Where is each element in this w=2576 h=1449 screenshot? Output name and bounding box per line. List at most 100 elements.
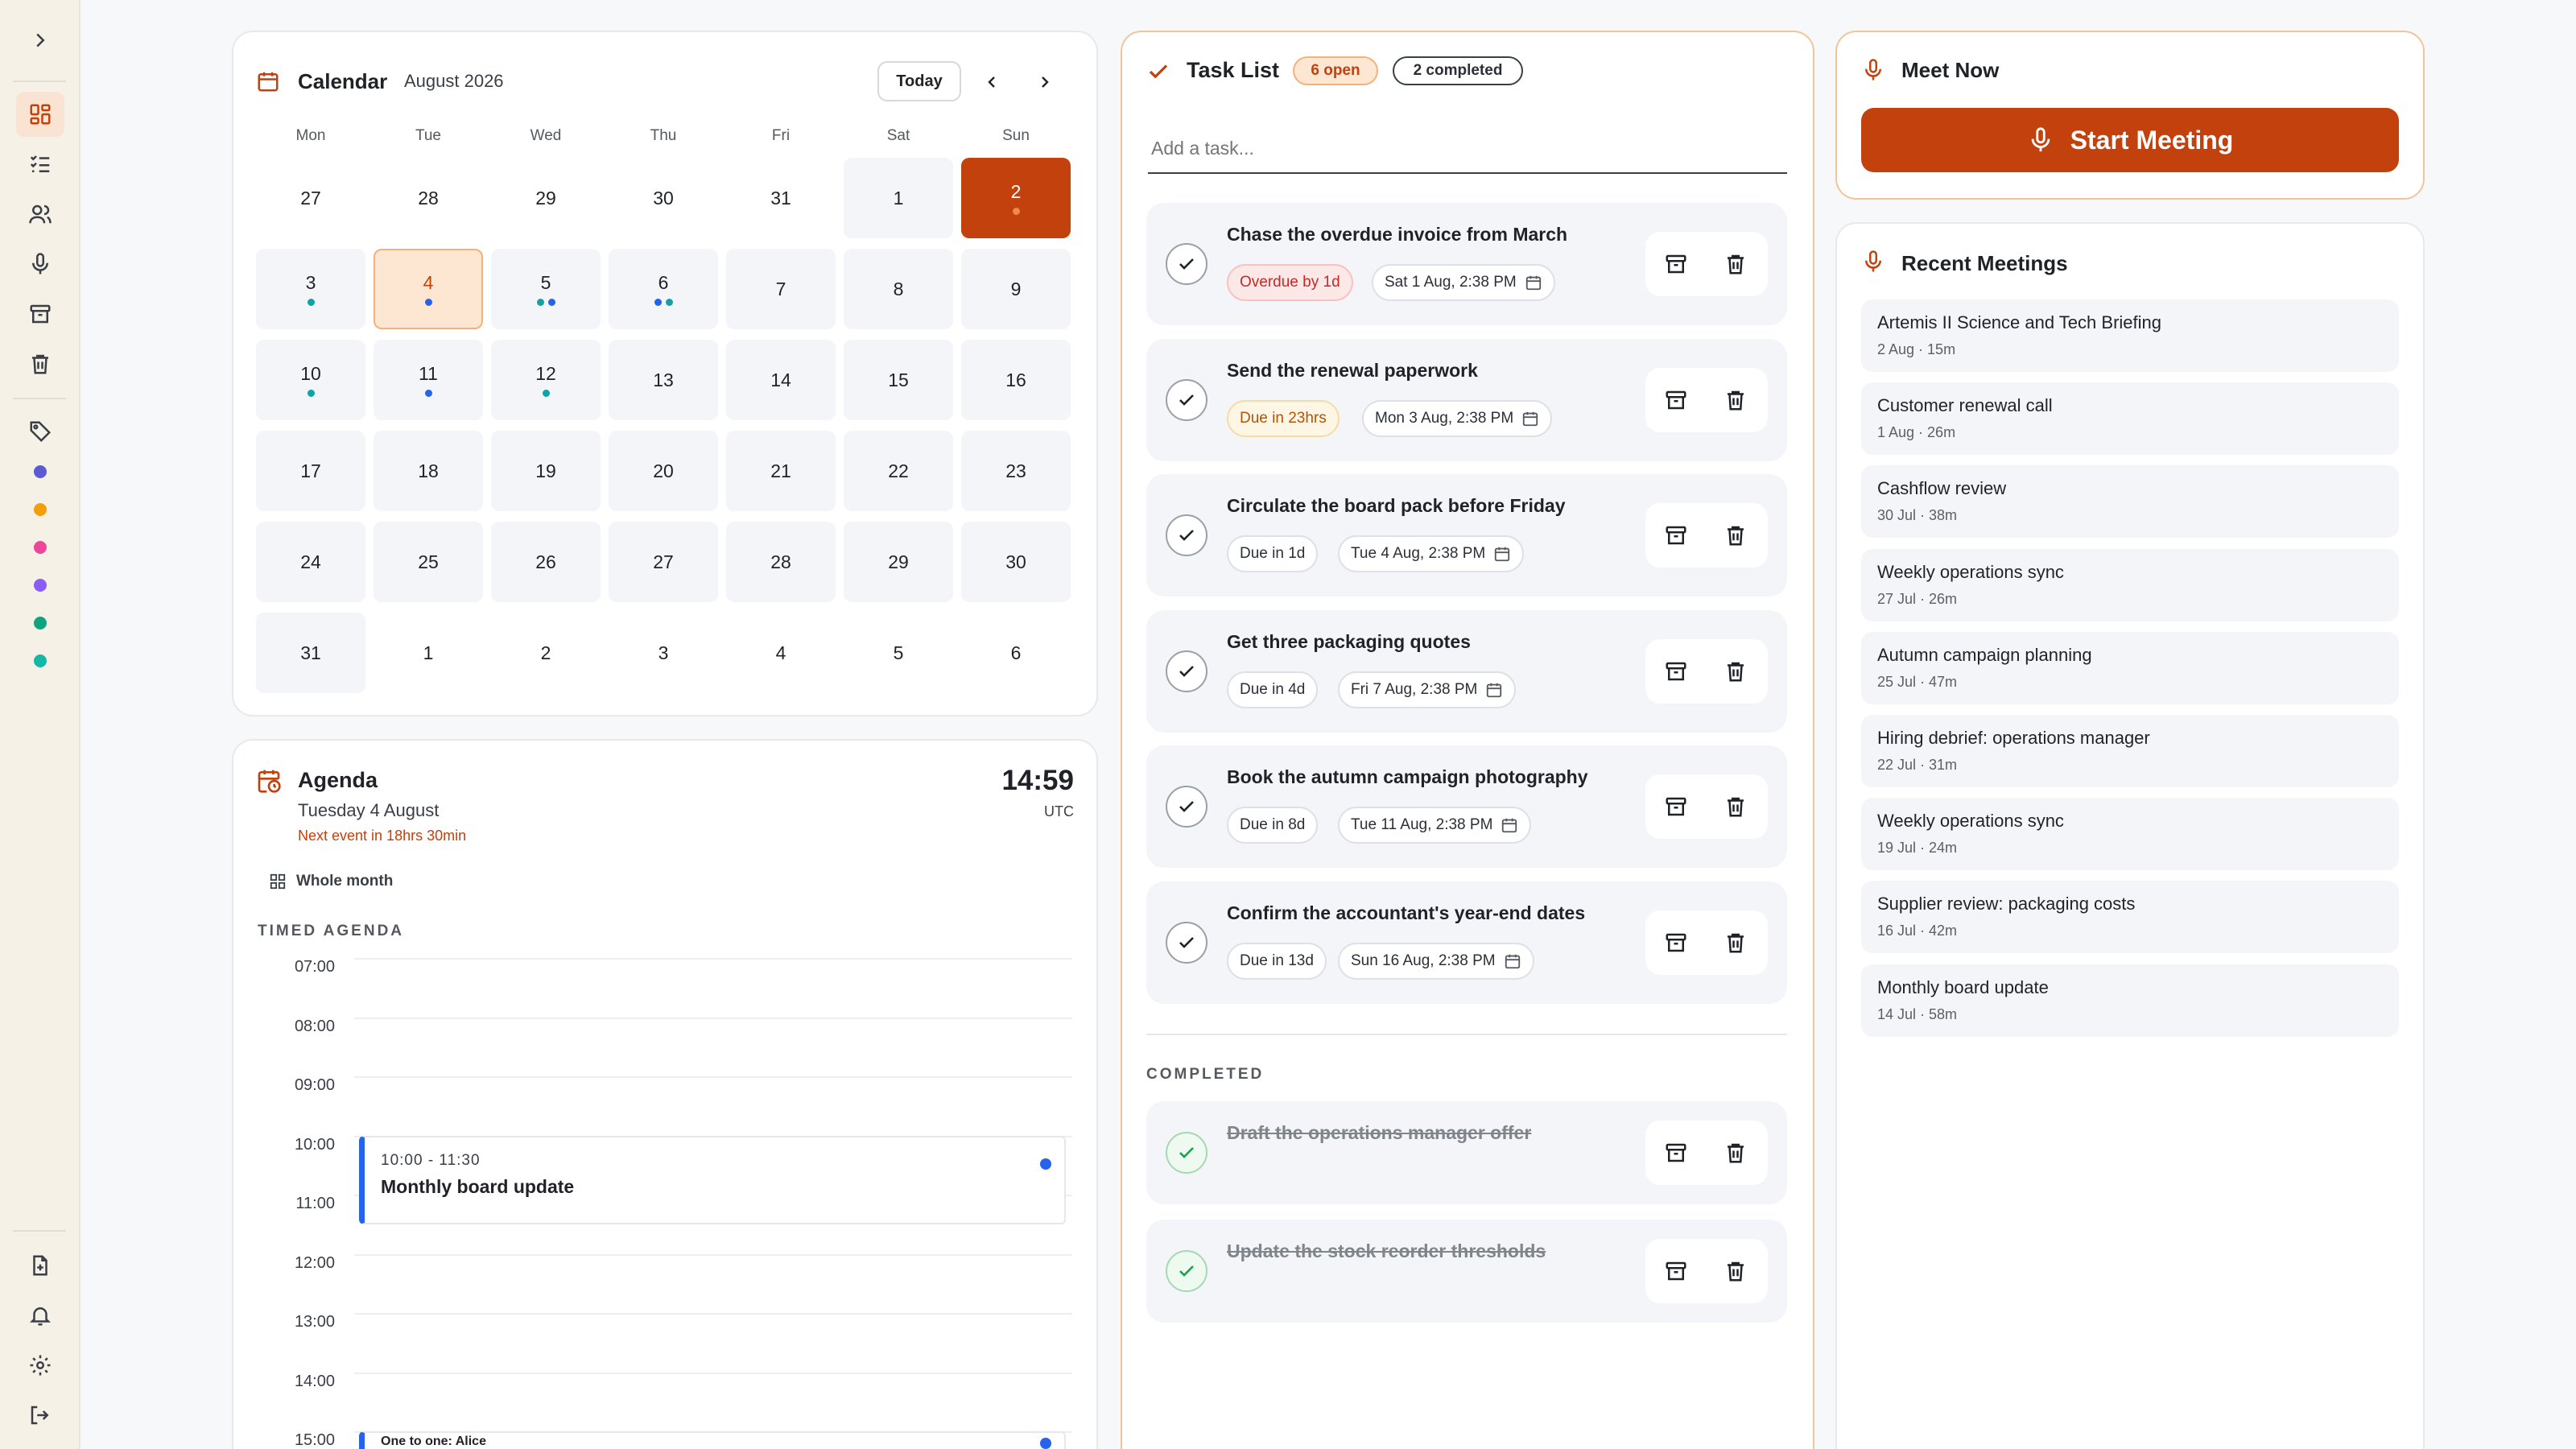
calendar-day[interactable]: 26 [491, 522, 601, 602]
archive-task-button[interactable] [1660, 1137, 1692, 1169]
task-due-chip[interactable]: Mon 3 Aug, 2:38 PM [1362, 399, 1553, 437]
tag-color-dot[interactable] [34, 617, 47, 630]
nav-trash[interactable] [16, 341, 64, 386]
calendar-day[interactable]: 29 [491, 158, 601, 238]
calendar-day[interactable]: 3 [609, 613, 718, 693]
calendar-day[interactable]: 27 [256, 158, 365, 238]
nav-logout[interactable] [16, 1393, 64, 1438]
calendar-day[interactable]: 3 [256, 249, 365, 329]
recent-meeting-item[interactable]: Artemis II Science and Tech Briefing 2 Au… [1861, 299, 2399, 372]
uncomplete-task-checkbox[interactable] [1166, 1250, 1208, 1292]
task-item[interactable]: Confirm the accountant's year-end dates D… [1146, 881, 1787, 1004]
calendar-day[interactable]: 18 [374, 431, 483, 511]
nav-dashboard[interactable] [16, 92, 64, 137]
archive-task-button[interactable] [1660, 519, 1692, 551]
task-due-chip[interactable]: Sun 16 Aug, 2:38 PM [1338, 942, 1534, 980]
calendar-day[interactable]: 4 [374, 249, 483, 329]
calendar-day[interactable]: 27 [609, 522, 718, 602]
calendar-day[interactable]: 15 [844, 340, 953, 420]
archive-task-button[interactable] [1660, 384, 1692, 416]
calendar-day[interactable]: 24 [256, 522, 365, 602]
calendar-day[interactable]: 14 [726, 340, 836, 420]
agenda-event[interactable]: 10:00 - 11:30 Monthly board update [359, 1135, 1066, 1224]
archive-task-button[interactable] [1660, 1255, 1692, 1287]
task-item[interactable]: Book the autumn campaign photography Due … [1146, 745, 1787, 868]
recent-meeting-item[interactable]: Monthly board update 14 Jul · 58m [1861, 964, 2399, 1037]
recent-meeting-item[interactable]: Autumn campaign planning 25 Jul · 47m [1861, 631, 2399, 704]
completed-task-item[interactable]: Update the stock reorder thresholds [1146, 1220, 1787, 1323]
delete-task-button[interactable] [1719, 1137, 1752, 1169]
calendar-day[interactable]: 31 [726, 158, 836, 238]
recent-meeting-item[interactable]: Supplier review: packaging costs 16 Jul ·… [1861, 881, 2399, 954]
complete-task-checkbox[interactable] [1166, 650, 1208, 692]
calendar-day[interactable]: 20 [609, 431, 718, 511]
tag-color-dot[interactable] [34, 465, 47, 478]
calendar-day[interactable]: 5 [844, 613, 953, 693]
calendar-day[interactable]: 10 [256, 340, 365, 420]
delete-task-button[interactable] [1719, 1255, 1752, 1287]
calendar-day[interactable]: 9 [961, 249, 1071, 329]
calendar-day[interactable]: 4 [726, 613, 836, 693]
nav-archive[interactable] [16, 291, 64, 336]
calendar-day[interactable]: 1 [374, 613, 483, 693]
recent-meeting-item[interactable]: Cashflow review 30 Jul · 38m [1861, 465, 2399, 539]
task-item[interactable]: Send the renewal paperwork Due in 23hrs Mo… [1146, 338, 1787, 461]
calendar-day[interactable]: 1 [844, 158, 953, 238]
complete-task-checkbox[interactable] [1166, 514, 1208, 556]
delete-task-button[interactable] [1719, 248, 1752, 280]
task-due-chip[interactable]: Tue 4 Aug, 2:38 PM [1338, 535, 1525, 572]
prev-month-button[interactable] [974, 64, 1009, 100]
task-item[interactable]: Get three packaging quotes Due in 4d Fri 7… [1146, 609, 1787, 733]
nav-new-document[interactable] [16, 1243, 64, 1288]
nav-contacts[interactable] [16, 192, 64, 237]
calendar-day[interactable]: 21 [726, 431, 836, 511]
calendar-day[interactable]: 7 [726, 249, 836, 329]
calendar-day[interactable]: 5 [491, 249, 601, 329]
today-button[interactable]: Today [877, 61, 961, 101]
delete-task-button[interactable] [1719, 384, 1752, 416]
calendar-day[interactable]: 11 [374, 340, 483, 420]
calendar-day[interactable]: 6 [961, 613, 1071, 693]
nav-notifications[interactable] [16, 1293, 64, 1338]
tag-color-dot[interactable] [34, 541, 47, 554]
task-item[interactable]: Circulate the board pack before Friday Du… [1146, 474, 1787, 597]
recent-meeting-item[interactable]: Hiring debrief: operations manager 22 Jul… [1861, 715, 2399, 787]
task-due-chip[interactable]: Fri 7 Aug, 2:38 PM [1338, 671, 1517, 708]
nav-settings[interactable] [16, 1343, 64, 1388]
tag-color-dot[interactable] [34, 579, 47, 592]
next-month-button[interactable] [1027, 64, 1063, 100]
calendar-day[interactable]: 2 [961, 158, 1071, 238]
calendar-day[interactable]: 28 [374, 158, 483, 238]
archive-task-button[interactable] [1660, 927, 1692, 959]
calendar-day[interactable]: 31 [256, 613, 365, 693]
archive-task-button[interactable] [1660, 791, 1692, 823]
task-due-chip[interactable]: Sat 1 Aug, 2:38 PM [1372, 264, 1555, 301]
start-meeting-button[interactable]: Start Meeting [1861, 108, 2399, 172]
archive-task-button[interactable] [1660, 655, 1692, 687]
calendar-day[interactable]: 17 [256, 431, 365, 511]
nav-meetings[interactable] [16, 242, 64, 287]
complete-task-checkbox[interactable] [1166, 921, 1208, 964]
complete-task-checkbox[interactable] [1166, 243, 1208, 285]
nav-tasks[interactable] [16, 142, 64, 187]
completed-task-item[interactable]: Draft the operations manager offer [1146, 1101, 1787, 1204]
delete-task-button[interactable] [1719, 655, 1752, 687]
task-due-chip[interactable]: Tue 11 Aug, 2:38 PM [1338, 807, 1532, 844]
calendar-day[interactable]: 13 [609, 340, 718, 420]
whole-month-toggle[interactable]: Whole month [269, 869, 393, 894]
uncomplete-task-checkbox[interactable] [1166, 1132, 1208, 1174]
complete-task-checkbox[interactable] [1166, 786, 1208, 828]
recent-meeting-item[interactable]: Weekly operations sync 19 Jul · 24m [1861, 798, 2399, 871]
calendar-day[interactable]: 29 [844, 522, 953, 602]
calendar-day[interactable]: 19 [491, 431, 601, 511]
calendar-day[interactable]: 12 [491, 340, 601, 420]
tag-color-dot[interactable] [34, 503, 47, 516]
tag-color-dot[interactable] [34, 654, 47, 667]
calendar-day[interactable]: 30 [961, 522, 1071, 602]
calendar-day[interactable]: 16 [961, 340, 1071, 420]
calendar-day[interactable]: 28 [726, 522, 836, 602]
calendar-day[interactable]: 2 [491, 613, 601, 693]
expand-sidebar-button[interactable] [16, 18, 64, 63]
recent-meeting-item[interactable]: Customer renewal call 1 Aug · 26m [1861, 382, 2399, 456]
complete-task-checkbox[interactable] [1166, 378, 1208, 421]
